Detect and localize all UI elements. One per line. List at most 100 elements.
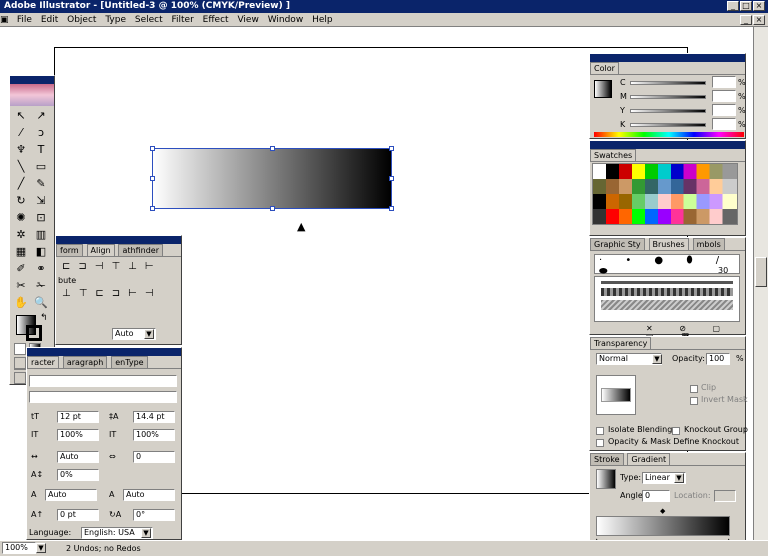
magic-wand-tool-icon[interactable]: ⁄ — [12, 125, 30, 141]
font-size-field[interactable]: 12 pt — [57, 411, 99, 423]
angle-field[interactable]: 0 — [642, 490, 670, 502]
align-object-buttons[interactable]: ⊏⊐⊣⊤⊥⊢ — [56, 257, 181, 276]
gradient-tool-icon[interactable]: ◧ — [32, 244, 50, 260]
doc-minimize-button[interactable]: _ — [740, 15, 752, 25]
tab-stroke[interactable]: Stroke — [590, 453, 624, 465]
line-tool-icon[interactable]: ╲ — [12, 159, 30, 175]
auto-field-2[interactable]: Auto — [123, 489, 175, 501]
tab-gradient[interactable]: Gradient — [627, 453, 671, 465]
zoom-tool-icon[interactable]: 🔍 — [32, 295, 50, 311]
invert-mask-checkbox[interactable] — [690, 397, 698, 405]
tab-pathfinder[interactable]: athfinder — [118, 244, 163, 256]
selection-handle[interactable] — [150, 176, 155, 181]
tab-opentype[interactable]: enType — [111, 356, 148, 368]
transparency-thumbnail[interactable] — [596, 375, 636, 415]
isolate-blending-checkbox[interactable] — [596, 427, 604, 435]
selection-handle[interactable] — [270, 146, 275, 151]
yellow-slider[interactable] — [630, 109, 706, 113]
menu-file[interactable]: File — [17, 13, 32, 27]
baseline-field[interactable]: 0% — [57, 469, 99, 481]
color-spectrum-bar[interactable] — [594, 132, 744, 137]
app-icon[interactable]: ▣ — [0, 15, 14, 25]
auto-field-1[interactable]: Auto — [45, 489, 97, 501]
language-dropdown[interactable]: ▼ — [141, 528, 151, 538]
swap-fill-stroke-icon[interactable]: ↰ — [40, 313, 48, 323]
tab-paragraph[interactable]: aragraph — [62, 356, 108, 368]
font-family-field[interactable] — [29, 375, 177, 387]
gradient-type-dropdown[interactable]: ▼ — [674, 473, 684, 483]
pen-tool-icon[interactable]: ♆ — [12, 142, 30, 158]
menu-select[interactable]: Select — [135, 13, 163, 27]
standard-screen-mode-icon[interactable] — [14, 357, 26, 369]
menu-view[interactable]: View — [237, 13, 258, 27]
tab-transform[interactable]: form — [56, 244, 83, 256]
gradient-slider[interactable] — [596, 516, 730, 536]
selection-handle[interactable] — [389, 206, 394, 211]
minimize-button[interactable]: _ — [727, 1, 739, 11]
eyedropper-tool-icon[interactable]: ✐ — [12, 261, 30, 277]
magenta-field[interactable] — [712, 90, 736, 102]
scrollbar-thumb[interactable] — [755, 257, 767, 287]
blend-tool-icon[interactable]: ⚭ — [32, 261, 50, 277]
rotate-tool-icon[interactable]: ↻ — [12, 193, 30, 209]
art-brushes-area[interactable] — [594, 276, 740, 322]
doc-close-button[interactable]: × — [753, 15, 765, 25]
menu-filter[interactable]: Filter — [172, 13, 194, 27]
menu-effect[interactable]: Effect — [203, 13, 229, 27]
menu-edit[interactable]: Edit — [41, 13, 58, 27]
type-tool-icon[interactable]: T — [32, 142, 50, 158]
font-style-field[interactable] — [29, 391, 177, 403]
gradient-rectangle[interactable] — [152, 148, 392, 209]
vertical-scale-field[interactable]: 100% — [57, 429, 99, 441]
toolbox-title-bar[interactable] — [10, 76, 54, 84]
graph-tool-icon[interactable]: ▥ — [32, 227, 50, 243]
color-mode-icon[interactable] — [14, 343, 26, 355]
hand-tool-icon[interactable]: ✋ — [12, 295, 30, 311]
scale-tool-icon[interactable]: ⇲ — [32, 193, 50, 209]
horizontal-scale-field[interactable]: 100% — [133, 429, 175, 441]
tab-align[interactable]: Align — [86, 244, 115, 256]
opacity-mask-knockout-checkbox[interactable] — [596, 439, 604, 447]
clip-checkbox[interactable] — [690, 385, 698, 393]
full-screen-mode-icon[interactable] — [14, 372, 26, 384]
cyan-field[interactable] — [712, 76, 736, 88]
free-transform-tool-icon[interactable]: ⊡ — [32, 210, 50, 226]
scissors-tool-icon[interactable]: ✁ — [32, 278, 50, 294]
direct-selection-tool-icon[interactable]: ↗ — [32, 108, 50, 124]
knockout-group-checkbox[interactable] — [672, 427, 680, 435]
maximize-button[interactable]: □ — [740, 1, 752, 11]
warp-tool-icon[interactable]: ✺ — [12, 210, 30, 226]
vertical-scrollbar[interactable] — [753, 27, 768, 540]
leading-field[interactable]: 14.4 pt — [133, 411, 175, 423]
mesh-tool-icon[interactable]: ▦ — [12, 244, 30, 260]
selection-tool-icon[interactable]: ↖ — [12, 108, 30, 124]
character-rotation-field[interactable]: 0° — [133, 509, 175, 521]
rectangle-tool-icon[interactable]: ▭ — [32, 159, 50, 175]
swatch-grid[interactable] — [592, 163, 738, 225]
selection-handle[interactable] — [150, 206, 155, 211]
menu-type[interactable]: Type — [105, 13, 126, 27]
distribute-object-buttons[interactable]: ⊥⊤⊏⊐⊢⊣ — [56, 286, 181, 301]
menu-object[interactable]: Object — [67, 13, 96, 27]
baseline-shift-field[interactable]: 0 pt — [57, 509, 99, 521]
yellow-field[interactable] — [712, 104, 736, 116]
zoom-field[interactable]: 100% — [2, 542, 36, 554]
paintbrush-tool-icon[interactable]: ╱ — [12, 176, 30, 192]
close-button[interactable]: × — [753, 1, 765, 11]
color-fill-swatch[interactable] — [594, 80, 612, 98]
black-slider[interactable] — [630, 123, 706, 127]
selection-handle[interactable] — [389, 146, 394, 151]
gradient-midpoint-icon[interactable]: ◆ — [660, 507, 665, 515]
selection-handle[interactable] — [389, 176, 394, 181]
kerning-field[interactable]: Auto — [57, 451, 99, 463]
opacity-field[interactable]: 100 — [706, 353, 730, 365]
character-panel-title-bar[interactable] — [27, 348, 181, 356]
tab-symbols[interactable]: mbols — [692, 238, 725, 250]
cyan-slider[interactable] — [630, 81, 706, 85]
tracking-field[interactable]: 0 — [133, 451, 175, 463]
selection-handle[interactable] — [150, 146, 155, 151]
tab-transparency[interactable]: Transparency — [590, 337, 652, 349]
tab-brushes[interactable]: Brushes — [648, 238, 689, 250]
tab-graphic-styles[interactable]: Graphic Sty — [590, 238, 645, 250]
tab-swatches[interactable]: Swatches — [590, 149, 637, 161]
